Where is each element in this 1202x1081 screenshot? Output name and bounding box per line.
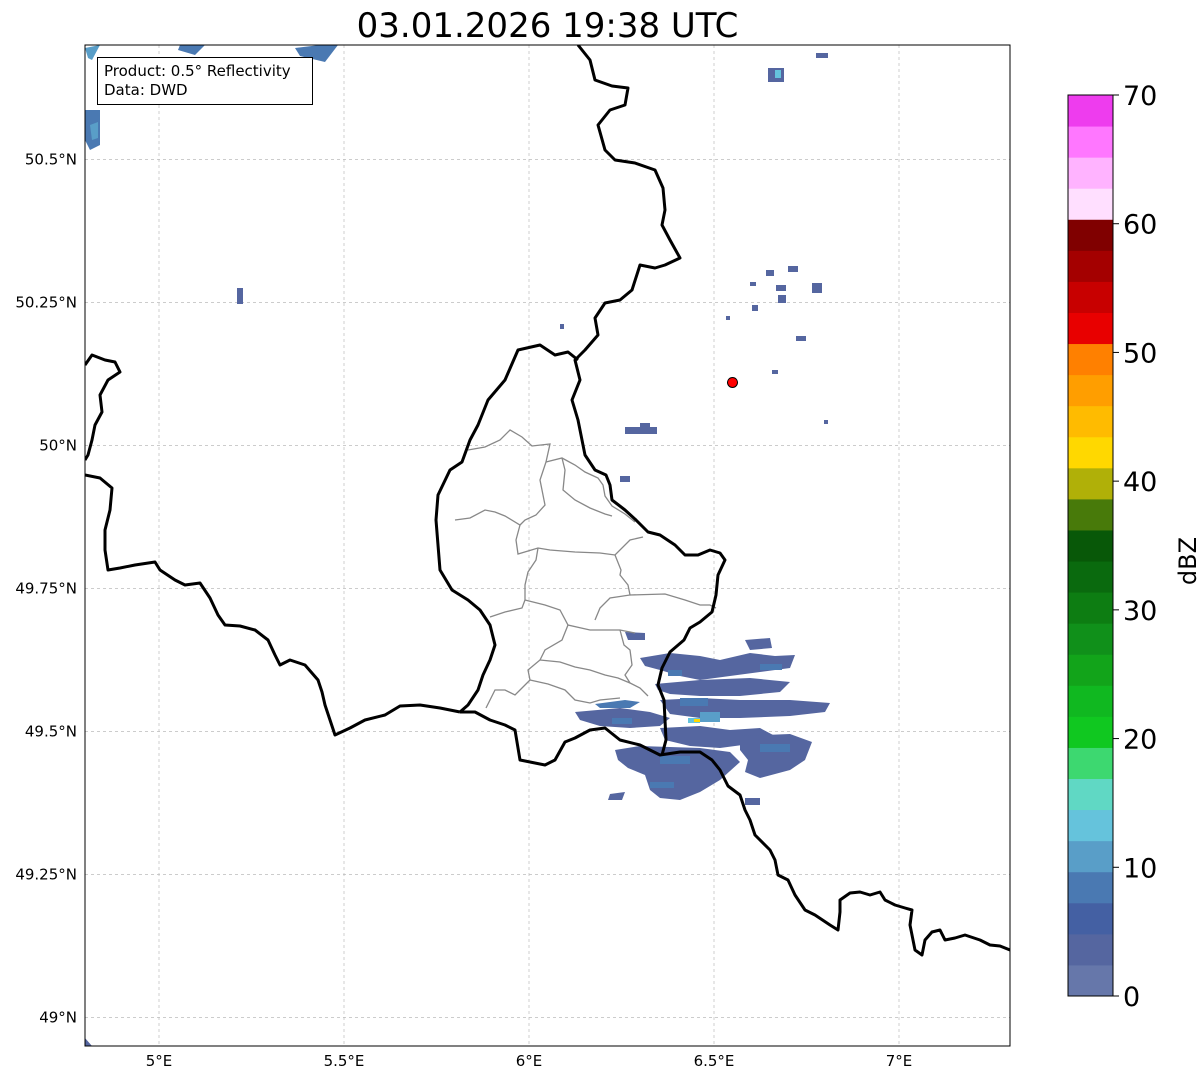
colorbar-segment: [1068, 809, 1113, 842]
lat-tick-label: 49.5°N: [25, 722, 77, 740]
product-info-box: Product: 0.5° Reflectivity Data: DWD: [97, 57, 313, 105]
lon-tick-label: 6°E: [516, 1052, 543, 1070]
colorbar-label: dBZ: [1174, 536, 1202, 586]
data-source-label: Data: DWD: [104, 81, 188, 99]
colorbar-segment: [1068, 498, 1113, 531]
colorbar-tick-label: 40: [1123, 467, 1157, 498]
colorbar-tick-label: 70: [1123, 81, 1157, 112]
lat-tick-label: 50°N: [39, 436, 77, 454]
colorbar: 0 10 20 30 40 50 60 70: [1067, 81, 1157, 1013]
colorbar-segment: [1068, 623, 1113, 655]
lat-tick-label: 49.75°N: [15, 579, 77, 597]
radar-site-marker: [727, 376, 738, 388]
colorbar-segment: [1068, 436, 1113, 469]
colorbar-segment: [1068, 964, 1113, 997]
colorbar-segment: [1068, 250, 1113, 282]
lat-tick-label: 49.25°N: [15, 865, 77, 883]
radar-map: 5°E 5.5°E 6°E 6.5°E 7°E 50.5°N 50.25°N 50°N 49.7…: [15, 44, 1157, 1070]
colorbar-segment: [1068, 219, 1113, 251]
colorbar-segment: [1068, 871, 1113, 904]
colorbar-tick-label: 50: [1123, 338, 1157, 369]
lat-tick-label: 50.5°N: [25, 150, 77, 168]
colorbar-segment: [1068, 778, 1113, 811]
colorbar-segment: [1068, 529, 1113, 562]
colorbar-segment: [1068, 747, 1113, 780]
colorbar-segment: [1068, 654, 1113, 686]
lon-tick-label: 6.5°E: [694, 1052, 735, 1070]
colorbar-segment: [1068, 157, 1113, 189]
colorbar-tick-label: 30: [1123, 596, 1157, 627]
lat-tick-label: 50.25°N: [15, 293, 77, 311]
colorbar-segment: [1068, 467, 1113, 500]
lat-tick-label: 49°N: [39, 1008, 77, 1026]
colorbar-segment: [1068, 374, 1113, 407]
colorbar-segment: [1068, 902, 1113, 935]
colorbar-segment: [1068, 188, 1113, 220]
colorbar-segment: [1068, 561, 1113, 593]
colorbar-tick-label: 60: [1123, 210, 1157, 241]
colorbar-segment: [1068, 126, 1113, 158]
colorbar-segment: [1068, 716, 1113, 748]
colorbar-tick-label: 0: [1123, 982, 1140, 1013]
colorbar-segment: [1068, 592, 1113, 624]
colorbar-segment: [1068, 95, 1113, 127]
lon-tick-label: 7°E: [886, 1052, 913, 1070]
colorbar-segment: [1068, 312, 1113, 345]
product-label: Product: 0.5° Reflectivity: [104, 62, 291, 80]
colorbar-segment: [1068, 343, 1113, 376]
colorbar-segment: [1068, 685, 1113, 717]
colorbar-tick-label: 10: [1123, 853, 1157, 884]
lon-tick-label: 5°E: [146, 1052, 173, 1070]
colorbar-segment: [1068, 933, 1113, 966]
colorbar-segment: [1068, 405, 1113, 438]
lon-tick-label: 5.5°E: [324, 1052, 365, 1070]
colorbar-tick-label: 20: [1123, 725, 1157, 756]
colorbar-segment: [1068, 281, 1113, 313]
colorbar-segment: [1068, 840, 1113, 873]
